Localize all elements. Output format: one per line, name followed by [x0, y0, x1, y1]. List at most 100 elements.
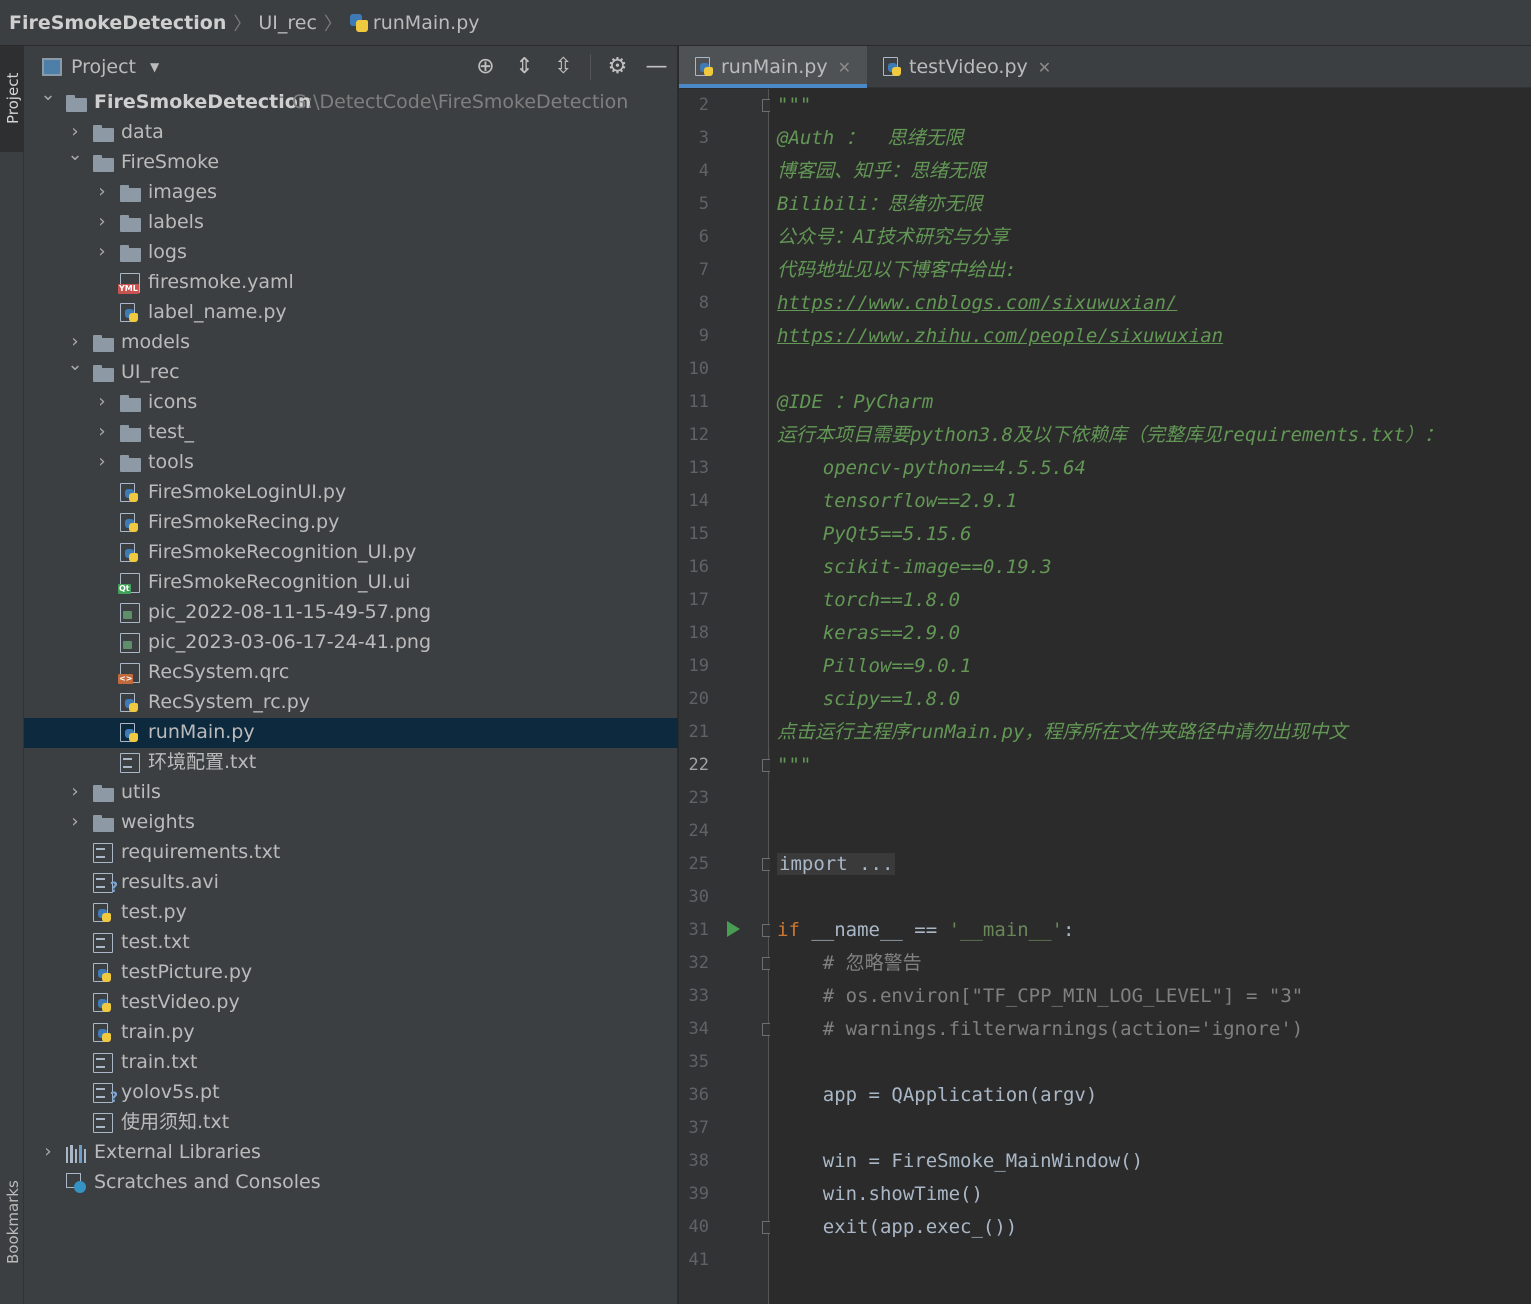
tree-file-row[interactable]: runMain.py: [24, 718, 678, 748]
chevron-right-icon[interactable]: ›: [67, 331, 83, 352]
tree-file-row[interactable]: › External Libraries: [24, 1138, 678, 1168]
code-line[interactable]: import ...: [777, 848, 896, 881]
tree-file-row[interactable]: FireSmokeLoginUI.py: [24, 478, 678, 508]
chevron-right-icon[interactable]: ›: [67, 781, 83, 802]
tree-file-row[interactable]: <> RecSystem.qrc: [24, 658, 678, 688]
tree-folder-row[interactable]: › weights: [24, 808, 678, 838]
tree-file-row[interactable]: label_name.py: [24, 298, 678, 328]
project-view-selector[interactable]: Project: [71, 56, 136, 78]
code-line[interactable]: keras==2.9.0: [777, 617, 960, 650]
tree-folder-row[interactable]: › test_: [24, 418, 678, 448]
code-line[interactable]: """: [777, 89, 811, 122]
minimize-icon[interactable]: —: [644, 54, 669, 80]
code-line[interactable]: # 忽略警告: [777, 947, 922, 980]
tree-folder-row[interactable]: ⌄ FireSmokeDetection G:\DetectCode\FireSmo…: [24, 84, 678, 118]
tree-file-row[interactable]: ? results.avi: [24, 868, 678, 898]
tree-folder-row[interactable]: › images: [24, 178, 678, 208]
code-line[interactable]: PyQt5==5.15.6: [777, 518, 972, 551]
tree-file-row[interactable]: ? yolov5s.pt: [24, 1078, 678, 1108]
tree-folder-row[interactable]: › icons: [24, 388, 678, 418]
tree-file-row[interactable]: pic_2022-08-11-15-49-57.png: [24, 598, 678, 628]
code-line[interactable]: scikit-image==0.19.3: [777, 551, 1052, 584]
breadcrumb-file[interactable]: runMain.py: [373, 12, 480, 34]
code-line[interactable]: win.showTime(): [777, 1178, 983, 1211]
code-line[interactable]: Pillow==9.0.1: [777, 650, 972, 683]
code-line[interactable]: 代码地址见以下博客中给出:: [777, 254, 1016, 287]
chevron-down-icon[interactable]: ⌄: [67, 354, 83, 375]
tree-file-row[interactable]: FireSmokeRecognition_UI.py: [24, 538, 678, 568]
chevron-right-icon[interactable]: ›: [94, 211, 110, 232]
tree-file-row[interactable]: test.txt: [24, 928, 678, 958]
project-tool-button[interactable]: Project: [0, 46, 24, 152]
expand-all-icon[interactable]: ⇕: [512, 54, 537, 80]
tree-file-row[interactable]: train.txt: [24, 1048, 678, 1078]
editor-tab[interactable]: testVideo.py ✕: [867, 46, 1067, 88]
code-line[interactable]: 运行本项目需要python3.8及以下依赖库（完整库见requirements.…: [777, 419, 1443, 452]
code-area[interactable]: """ @Auth ： 思绪无限 博客园、知乎：思绪无限 Bilibili：思绪亦无限…: [770, 89, 1531, 1304]
code-line[interactable]: @Auth ： 思绪无限: [777, 122, 964, 155]
bookmarks-tool-button[interactable]: Bookmarks: [0, 1172, 24, 1282]
tree-file-row[interactable]: requirements.txt: [24, 838, 678, 868]
chevron-right-icon[interactable]: ›: [94, 181, 110, 202]
close-icon[interactable]: ✕: [1038, 58, 1051, 77]
tree-folder-row[interactable]: › data: [24, 118, 678, 148]
code-line[interactable]: app = QApplication(argv): [777, 1079, 1098, 1112]
tree-file-row[interactable]: Scratches and Consoles: [24, 1168, 678, 1198]
tree-item-label: FireSmoke: [121, 151, 220, 173]
code-line[interactable]: 博客园、知乎：思绪无限: [777, 155, 986, 188]
tree-file-row[interactable]: 使用须知.txt: [24, 1108, 678, 1138]
chevron-down-icon[interactable]: ⌄: [67, 144, 83, 165]
gear-icon[interactable]: ⚙: [605, 54, 630, 80]
code-line[interactable]: exit(app.exec_()): [777, 1211, 1017, 1244]
tree-folder-row[interactable]: › tools: [24, 448, 678, 478]
tree-file-row[interactable]: YML firesmoke.yaml: [24, 268, 678, 298]
tree-file-row[interactable]: testPicture.py: [24, 958, 678, 988]
tree-file-row[interactable]: train.py: [24, 1018, 678, 1048]
run-icon[interactable]: [727, 921, 740, 937]
chevron-right-icon[interactable]: ›: [94, 241, 110, 262]
tree-file-row[interactable]: RecSystem_rc.py: [24, 688, 678, 718]
code-line[interactable]: torch==1.8.0: [777, 584, 960, 617]
tree-folder-row[interactable]: › models: [24, 328, 678, 358]
code-line[interactable]: # os.environ["TF_CPP_MIN_LOG_LEVEL"] = "…: [777, 980, 1303, 1013]
tree-file-row[interactable]: test.py: [24, 898, 678, 928]
code-line[interactable]: https://www.cnblogs.com/sixuwuxian/: [777, 287, 1177, 320]
tree-file-row[interactable]: testVideo.py: [24, 988, 678, 1018]
tree-folder-row[interactable]: ⌄ FireSmoke: [24, 144, 678, 178]
code-token: :: [1063, 919, 1075, 941]
chevron-right-icon[interactable]: ›: [67, 121, 83, 142]
code-line[interactable]: opencv-python==4.5.5.64: [777, 452, 1086, 485]
code-line[interactable]: """: [777, 749, 811, 782]
close-icon[interactable]: ✕: [838, 58, 851, 77]
tree-folder-row[interactable]: ⌄ UI_rec: [24, 354, 678, 388]
tree-file-row[interactable]: FireSmokeRecing.py: [24, 508, 678, 538]
tree-folder-row[interactable]: › labels: [24, 208, 678, 238]
code-line[interactable]: tensorflow==2.9.1: [777, 485, 1017, 518]
tree-file-row[interactable]: 环境配置.txt: [24, 748, 678, 778]
code-line[interactable]: 公众号：AI技术研究与分享: [777, 221, 1009, 254]
tree-folder-row[interactable]: › utils: [24, 778, 678, 808]
code-line[interactable]: Bilibili：思绪亦无限: [777, 188, 983, 221]
tree-folder-row[interactable]: › logs: [24, 238, 678, 268]
chevron-right-icon[interactable]: ›: [94, 391, 110, 412]
chevron-right-icon[interactable]: ›: [94, 421, 110, 442]
tree-file-row[interactable]: pic_2023-03-06-17-24-41.png: [24, 628, 678, 658]
code-line[interactable]: https://www.zhihu.com/people/sixuwuxian: [777, 320, 1223, 353]
code-line[interactable]: win = FireSmoke_MainWindow(): [777, 1145, 1143, 1178]
chevron-down-icon[interactable]: ▼: [150, 60, 159, 74]
breadcrumb-folder[interactable]: UI_rec: [258, 12, 317, 34]
code-line[interactable]: # warnings.filterwarnings(action='ignore…: [777, 1013, 1303, 1046]
code-line[interactable]: scipy==1.8.0: [777, 683, 960, 716]
code-line[interactable]: if __name__ == '__main__':: [777, 914, 1074, 947]
chevron-right-icon[interactable]: ›: [67, 811, 83, 832]
crosshair-icon[interactable]: ⊕: [473, 54, 498, 80]
tree-file-row[interactable]: Qt FireSmokeRecognition_UI.ui: [24, 568, 678, 598]
code-line[interactable]: @IDE ：PyCharm: [777, 386, 933, 419]
breadcrumb-project[interactable]: FireSmokeDetection: [9, 12, 226, 34]
editor-tab[interactable]: runMain.py ✕: [679, 46, 868, 88]
collapse-all-icon[interactable]: ⇳: [551, 54, 576, 80]
chevron-down-icon[interactable]: ⌄: [40, 84, 56, 105]
code-line[interactable]: 点击运行主程序runMain.py，程序所在文件夹路径中请勿出现中文: [777, 716, 1347, 749]
chevron-right-icon[interactable]: ›: [94, 451, 110, 472]
chevron-right-icon[interactable]: ›: [40, 1141, 56, 1162]
